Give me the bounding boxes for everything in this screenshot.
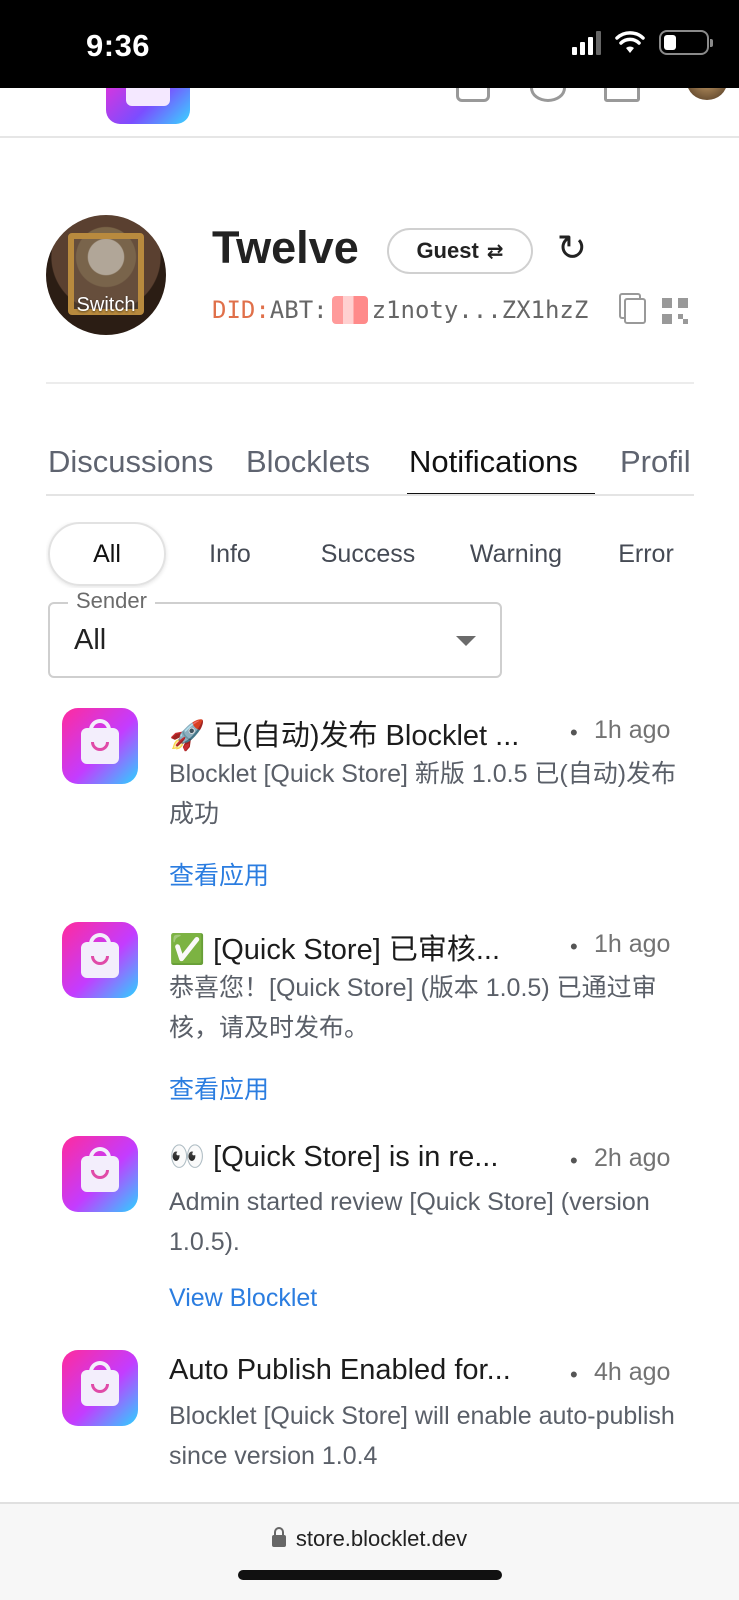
role-switch-button[interactable]: Guest ⇄ — [387, 228, 533, 274]
did-address: DID: ABT: z1noty...ZX1hzZ — [212, 296, 588, 324]
copy-icon[interactable] — [624, 298, 646, 324]
tab-profile[interactable]: Profil — [620, 444, 691, 480]
status-icons — [572, 30, 713, 55]
notification-time: 2h ago — [594, 1144, 671, 1172]
cellular-signal-icon — [572, 30, 601, 55]
notification-time: 1h ago — [594, 716, 671, 744]
profile-tabs: Discussions Blocklets Notifications Prof… — [46, 440, 694, 496]
tab-notifications[interactable]: Notifications — [409, 444, 578, 480]
battery-icon — [659, 30, 713, 55]
app-header — [0, 88, 739, 138]
notification-title: 🚀 已(自动)发布 Blocklet ... — [169, 720, 520, 752]
notification-body: Admin started review [Quick Store] (vers… — [169, 1188, 650, 1256]
tab-blocklets[interactable]: Blocklets — [246, 444, 370, 480]
app-icon — [62, 922, 138, 998]
header-avatar[interactable] — [687, 88, 727, 100]
notification-item[interactable]: Auto Publish Enabled for... • 4h ago Blo… — [0, 1350, 739, 1490]
notification-link[interactable]: View Blocklet — [169, 1284, 317, 1313]
app-icon — [62, 1136, 138, 1212]
chevron-down-icon — [456, 636, 476, 646]
role-label: Guest — [416, 238, 479, 263]
notification-title: Auto Publish Enabled for... — [169, 1354, 511, 1386]
filter-info[interactable]: Info — [182, 522, 278, 586]
notification-body: 恭喜您！[Quick Store] (版本 1.0.5) 已通过审核，请及时发布… — [169, 974, 657, 1042]
avatar[interactable]: Switch — [46, 215, 166, 335]
notification-time: 4h ago — [594, 1358, 671, 1386]
notification-link[interactable]: 查看应用 — [169, 1070, 269, 1106]
notification-item[interactable]: 👀 [Quick Store] is in re... • 2h ago Adm… — [0, 1136, 739, 1316]
notification-filters: All Info Success Warning Error — [46, 522, 694, 588]
notification-body: Blocklet [Quick Store] 新版 1.0.5 已(自动)发布成… — [169, 760, 677, 828]
swap-arrows-icon: ⇄ — [486, 240, 504, 263]
qr-code-icon[interactable] — [662, 298, 688, 324]
notification-title: 👀 [Quick Store] is in re... — [169, 1141, 499, 1173]
notification-item[interactable]: 🚀 已(自动)发布 Blocklet ... • 1h ago Blocklet… — [0, 708, 739, 890]
avatar-switch-label[interactable]: Switch — [46, 294, 166, 317]
sender-value: All — [74, 624, 107, 656]
separator-dot: • — [570, 1148, 578, 1173]
divider — [46, 382, 694, 384]
filter-all[interactable]: All — [48, 522, 166, 586]
did-avatar-badge — [331, 296, 368, 324]
separator-dot: • — [570, 720, 578, 745]
did-type: ABT: — [269, 296, 328, 324]
url-text: store.blocklet.dev — [295, 1526, 468, 1551]
status-time: 9:36 — [86, 28, 151, 63]
home-indicator[interactable] — [238, 1570, 502, 1580]
filter-warning[interactable]: Warning — [456, 522, 576, 586]
refresh-icon[interactable]: ↻ — [552, 228, 592, 268]
globe-icon[interactable] — [530, 88, 566, 102]
store-logo[interactable] — [106, 88, 190, 124]
notification-bell-icon[interactable] — [456, 88, 490, 102]
app-icon — [62, 1350, 138, 1426]
notification-body: Blocklet [Quick Store] will enable auto-… — [169, 1402, 675, 1470]
browser-url-bar[interactable]: store.blocklet.dev — [0, 1502, 739, 1600]
separator-dot: • — [570, 1362, 578, 1387]
apps-grid-icon[interactable] — [604, 88, 640, 102]
did-prefix: DID: — [212, 296, 270, 324]
wifi-icon — [615, 30, 645, 53]
filter-error[interactable]: Error — [596, 522, 694, 586]
notification-time: 1h ago — [594, 930, 671, 958]
app-icon — [62, 708, 138, 784]
did-value: z1noty...ZX1hzZ — [371, 296, 589, 324]
status-bar: 9:36 — [0, 0, 739, 88]
sender-label: Sender — [68, 588, 155, 614]
filter-success[interactable]: Success — [308, 522, 428, 586]
active-tab-indicator — [407, 493, 595, 494]
url-display[interactable]: store.blocklet.dev — [0, 1526, 739, 1552]
sender-select[interactable]: Sender All — [48, 588, 502, 678]
profile-name: Twelve — [212, 222, 359, 273]
notification-item[interactable]: ✅ [Quick Store] 已审核... • 1h ago 恭喜您！[Qui… — [0, 922, 739, 1104]
notification-title: ✅ [Quick Store] 已审核... — [169, 934, 501, 966]
tab-discussions[interactable]: Discussions — [48, 444, 213, 480]
lock-icon — [271, 1527, 286, 1547]
notification-link[interactable]: 查看应用 — [169, 856, 269, 892]
separator-dot: • — [570, 934, 578, 959]
